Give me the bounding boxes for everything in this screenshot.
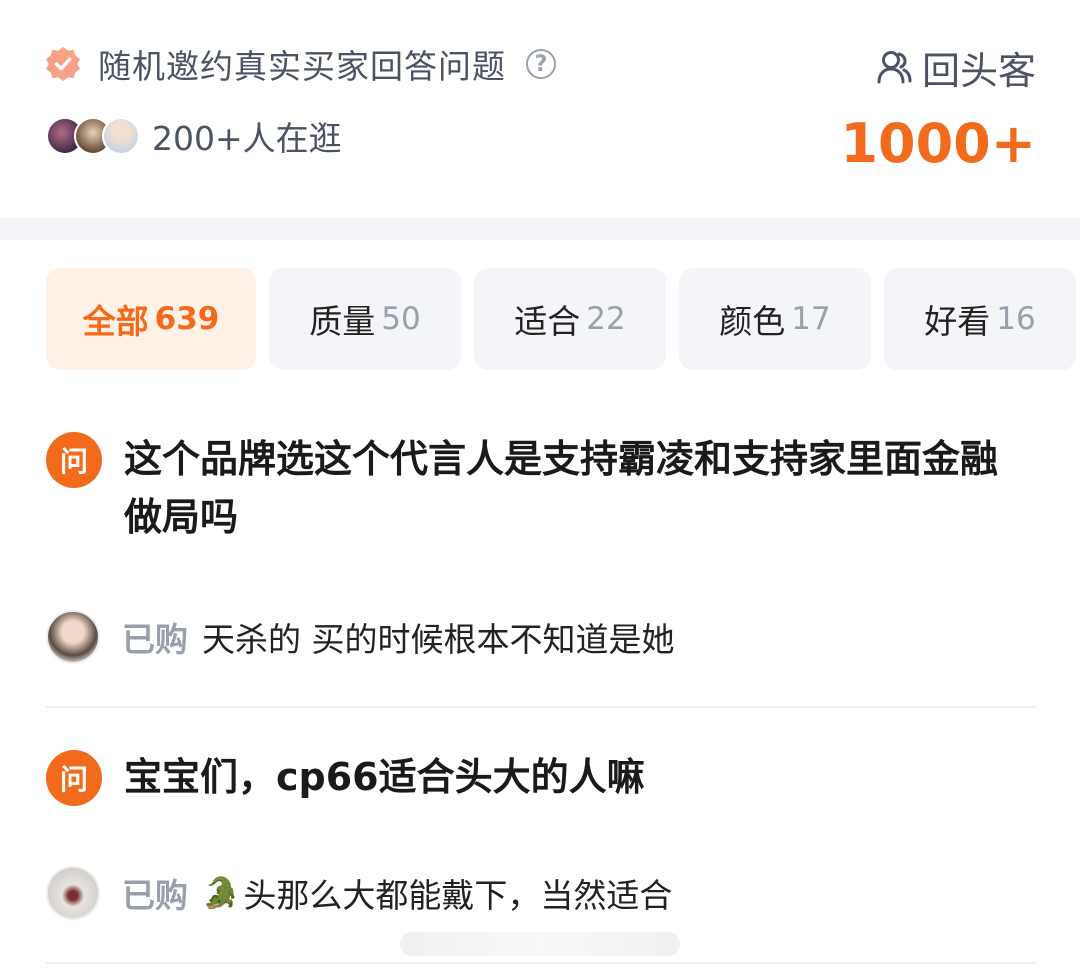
tab-label: 全部: [82, 302, 149, 341]
tab-fit[interactable]: 适合 22: [474, 268, 666, 370]
return-customer-block: 回头客 1000+: [840, 40, 1036, 176]
verified-badge-icon: [45, 46, 81, 82]
invite-text: 随机邀约真实买家回答问题: [98, 47, 506, 86]
tab-count: 50: [381, 301, 421, 337]
answer-row: 已购 天杀的 买的时候根本不知道是她: [46, 610, 675, 664]
tab-count: 16: [996, 301, 1036, 337]
return-customer-label: 回头客: [921, 48, 1036, 93]
browsing-row: 200+人在逛: [46, 114, 342, 158]
tab-all[interactable]: 全部 639: [46, 268, 256, 370]
question-icon: 问: [46, 750, 102, 806]
purchased-tag: 已购: [122, 620, 188, 659]
invite-row[interactable]: 随机邀约真实买家回答问题 ?: [44, 42, 556, 86]
tab-quality[interactable]: 质量 50: [269, 268, 461, 370]
purchased-tag: 已购: [122, 876, 188, 915]
browsing-count-text: 200+人在逛: [152, 119, 342, 158]
avatar: [46, 610, 100, 664]
avatar: [46, 866, 100, 920]
tab-label: 适合: [514, 302, 581, 341]
filter-tabs: 全部 639 质量 50 适合 22 颜色 17 好看 16: [46, 268, 1076, 370]
tab-label: 质量: [309, 302, 376, 341]
section-divider: [0, 218, 1080, 240]
tab-looks[interactable]: 好看 16: [884, 268, 1076, 370]
qa-header: 随机邀约真实买家回答问题 ? 200+人在逛 回头客 1000+: [0, 0, 1080, 218]
qa-item[interactable]: 问 这个品牌选这个代言人是支持霸凌和支持家里面金融做局吗 已购 天杀的 买的时候…: [46, 430, 1036, 708]
question-text: 宝宝们，cp66适合头大的人嘛: [124, 755, 645, 799]
tab-count: 639: [154, 301, 220, 337]
answer-text: 天杀的 买的时候根本不知道是她: [202, 620, 675, 659]
tab-count: 22: [586, 301, 626, 337]
avatar: [102, 117, 140, 155]
help-icon[interactable]: ?: [526, 49, 556, 79]
tab-label: 颜色: [719, 302, 786, 341]
qa-list: 问 这个品牌选这个代言人是支持霸凌和支持家里面金融做局吗 已购 天杀的 买的时候…: [46, 430, 1036, 964]
return-customer-count: 1000+: [840, 112, 1036, 175]
tab-color[interactable]: 颜色 17: [679, 268, 871, 370]
question-icon: 问: [46, 432, 102, 488]
answer-row: 已购 🐊 头那么大都能戴下，当然适合: [46, 866, 672, 920]
tab-count: 17: [791, 301, 831, 337]
browsing-avatars: [46, 117, 140, 155]
person-icon: [877, 51, 912, 84]
tab-label: 好看: [924, 302, 991, 341]
question-text: 这个品牌选这个代言人是支持霸凌和支持家里面金融做局吗: [124, 437, 999, 539]
answer-text: 头那么大都能戴下，当然适合: [243, 876, 673, 915]
crocodile-icon: 🐊: [202, 875, 240, 911]
loading-indicator: [400, 932, 680, 956]
